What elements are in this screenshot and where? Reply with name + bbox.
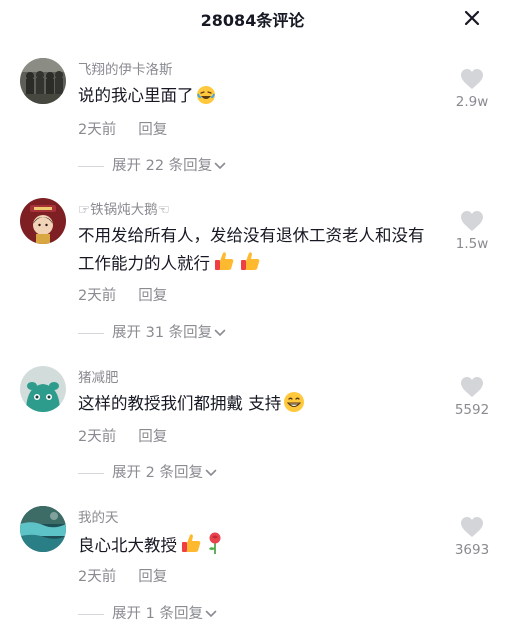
comment-time: 2天前 xyxy=(78,429,117,445)
comment-text: 良心北大教授 xyxy=(78,531,438,563)
comment-time: 2天前 xyxy=(78,288,117,304)
close-button[interactable] xyxy=(461,7,483,29)
divider-line xyxy=(78,332,104,334)
comment-text-body: 良心北大教授 xyxy=(78,536,177,555)
chevron-down-icon xyxy=(214,162,226,170)
comment-text: 这样的教授我们都拥戴 支持 xyxy=(78,391,438,421)
avatar[interactable] xyxy=(20,198,66,244)
heart-icon[interactable] xyxy=(460,210,484,232)
like-button[interactable]: 1.5w xyxy=(440,210,504,252)
like-count: 3693 xyxy=(454,542,490,558)
heart-icon[interactable] xyxy=(460,376,484,398)
expand-replies-label: 展开 1 条回复 xyxy=(112,606,203,622)
thumbs-up-emoji-icon xyxy=(212,249,236,281)
divider-line xyxy=(78,613,104,615)
comment-username[interactable]: ☞铁锅炖大鹅☜ xyxy=(78,198,170,218)
comment-text-body: 说的我心里面了 xyxy=(78,86,194,105)
divider-line xyxy=(78,165,104,167)
expand-replies-label: 展开 2 条回复 xyxy=(112,465,203,481)
close-icon[interactable] xyxy=(461,7,483,29)
divider-line xyxy=(78,472,104,474)
comment-text: 不用发给所有人，发给没有退休工资老人和没有工作能力的人就行 xyxy=(78,223,438,281)
comments-header: 28084条评论 xyxy=(0,0,505,40)
comment-text-body: 这样的教授我们都拥戴 支持 xyxy=(78,394,282,413)
comment-meta: 2天前 回复 xyxy=(78,565,167,586)
chevron-down-icon xyxy=(214,329,226,337)
comment-username[interactable]: 我的天 xyxy=(78,506,119,526)
comment-count-title: 28084条评论 xyxy=(200,11,305,30)
avatar[interactable] xyxy=(20,366,66,412)
heart-icon[interactable] xyxy=(460,516,484,538)
like-count: 2.9w xyxy=(455,94,489,110)
expand-replies-button[interactable]: 展开 2 条回复 xyxy=(78,461,217,482)
reply-button[interactable]: 回复 xyxy=(138,288,167,304)
comment-text: 说的我心里面了 xyxy=(78,83,438,113)
expand-replies-label: 展开 31 条回复 xyxy=(112,325,213,341)
grinning-emoji-icon xyxy=(283,391,305,421)
reply-button[interactable]: 回复 xyxy=(138,122,167,138)
comment-time: 2天前 xyxy=(78,569,117,585)
like-button[interactable]: 2.9w xyxy=(440,68,504,110)
comment-meta: 2天前 回复 xyxy=(78,425,167,446)
like-count: 1.5w xyxy=(455,236,489,252)
rofl-emoji-icon xyxy=(196,85,216,113)
reply-button[interactable]: 回复 xyxy=(138,569,167,585)
expand-replies-label: 展开 22 条回复 xyxy=(112,158,213,174)
like-button[interactable]: 5592 xyxy=(440,376,504,418)
expand-replies-button[interactable]: 展开 1 条回复 xyxy=(78,602,217,623)
heart-icon[interactable] xyxy=(460,68,484,90)
comment-username[interactable]: 猪减肥 xyxy=(78,366,119,386)
rose-emoji-icon xyxy=(205,531,225,563)
like-button[interactable]: 3693 xyxy=(440,516,504,558)
thumbs-up-emoji-icon xyxy=(238,249,262,281)
avatar[interactable] xyxy=(20,58,66,104)
like-count: 5592 xyxy=(454,402,490,418)
comment-time: 2天前 xyxy=(78,122,117,138)
expand-replies-button[interactable]: 展开 22 条回复 xyxy=(78,154,226,175)
avatar[interactable] xyxy=(20,506,66,552)
comment-meta: 2天前 回复 xyxy=(78,284,167,305)
thumbs-up-emoji-icon xyxy=(179,531,203,563)
reply-button[interactable]: 回复 xyxy=(138,429,167,445)
expand-replies-button[interactable]: 展开 31 条回复 xyxy=(78,321,226,342)
chevron-down-icon xyxy=(205,610,217,618)
comment-username[interactable]: 飞翔的伊卡洛斯 xyxy=(78,58,173,78)
comment-meta: 2天前 回复 xyxy=(78,118,167,139)
chevron-down-icon xyxy=(205,469,217,477)
